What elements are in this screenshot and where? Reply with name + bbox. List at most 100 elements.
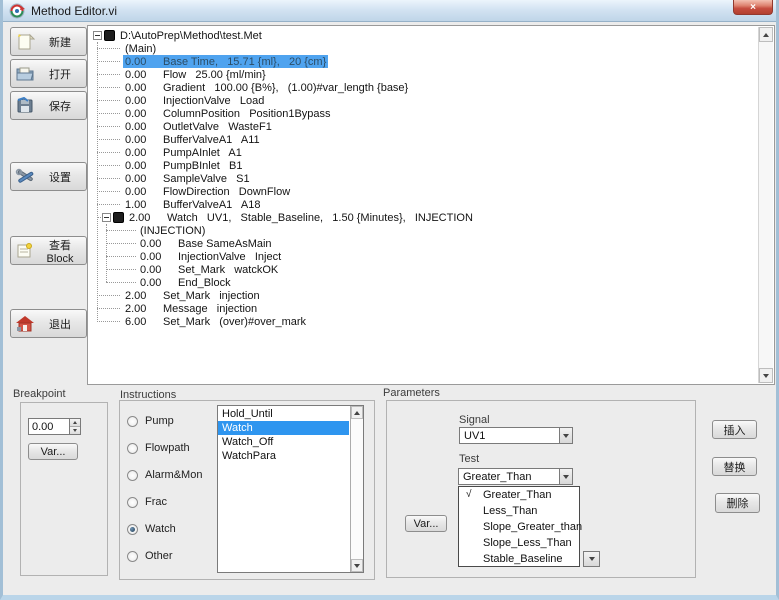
breakpoint-var-button[interactable]: Var... [28,443,78,460]
tree-row[interactable]: 0.00 BufferValveA1 A11 [90,133,756,146]
new-button[interactable]: 新建 [10,27,87,56]
parameters-label: Parameters [383,387,440,399]
tree-collapse-icon[interactable] [93,31,102,40]
exit-button[interactable]: 退出 [10,309,87,338]
test-menu-item[interactable]: √ Slope_Greater_than [459,519,579,535]
spin-up-icon[interactable] [70,419,80,427]
parameters-var-button[interactable]: Var... [405,515,447,532]
tree-row-text: PumpBInlet B1 [163,160,243,172]
tree-rows: D:\AutoPrep\Method\test.Met (Main) [90,29,756,328]
tree-row-content: 0.00 Base Time, 15.71 {ml}, 20 {cm} [123,55,328,68]
tree-row-content: 0.00 ColumnPosition Position1Bypass [123,107,333,120]
instruction-category-radio[interactable]: Alarm&Mon [127,468,202,482]
delete-button[interactable]: 删除 [715,493,760,513]
close-button[interactable]: × [733,0,773,15]
combo-arrow-icon[interactable] [584,552,599,566]
tree-row[interactable]: 2.00 Set_Mark injection [90,289,756,302]
tree-row-text: Base Time, 15.71 {ml}, 20 {cm} [163,56,326,68]
checkmark-icon: √ [466,489,472,500]
test-menu-item[interactable]: √ Slope_Less_Than [459,535,579,551]
tree-row[interactable]: 0.00 Base SameAsMain [90,237,756,250]
breakpoint-input[interactable]: 0.00 [28,418,81,435]
tree-row[interactable]: 0.00 PumpAInlet A1 [90,146,756,159]
replace-button[interactable]: 替换 [712,457,757,476]
tree-row-content: 0.00 FlowDirection DownFlow [123,185,292,198]
tree-row-time: 0.00 [125,134,163,146]
tree-row-content: (Main) [123,42,158,55]
tree-row[interactable]: (Main) [90,42,756,55]
tree-row[interactable]: D:\AutoPrep\Method\test.Met [90,29,756,42]
instruction-category-radio[interactable]: Flowpath [127,441,202,455]
tree-row-text: Gradient 100.00 {B%}, (1.00)#var_length … [163,82,408,94]
tree-row[interactable]: 0.00 PumpBInlet B1 [90,159,756,172]
view-block-button[interactable]: 查看Block [10,236,87,265]
tree-row-time: 1.00 [125,199,163,211]
tree-row-text: BufferValveA1 A11 [163,134,260,146]
tree-row[interactable]: 6.00 Set_Mark (over)#over_mark [90,315,756,328]
value-combo-arrow[interactable] [583,551,600,567]
tree-row-time: 0.00 [125,108,163,120]
tree-row[interactable]: 0.00 ColumnPosition Position1Bypass [90,107,756,120]
tree-row[interactable]: 0.00 OutletValve WasteF1 [90,120,756,133]
tree-row[interactable]: 2.00 Message injection [90,302,756,315]
save-button[interactable]: 保存 [10,91,87,120]
combo-arrow-icon[interactable] [559,469,572,484]
open-button[interactable]: 打开 [10,59,87,88]
spin-down-icon[interactable] [70,427,80,434]
combo-arrow-icon[interactable] [559,428,572,443]
tree-row[interactable]: 1.00 BufferValveA1 A18 [90,198,756,211]
tree-row[interactable]: 0.00 Base Time, 15.71 {ml}, 20 {cm} [90,55,756,68]
tree-row-text: InjectionValve Load [163,95,264,107]
tree-collapse-icon[interactable] [102,213,111,222]
view-block-button-label: 查看Block [38,237,82,265]
scroll-down-icon[interactable] [759,368,773,383]
tree-row[interactable]: (INJECTION) [90,224,756,237]
breakpoint-spinner[interactable] [69,419,80,434]
tree-row[interactable]: 0.00 FlowDirection DownFlow [90,185,756,198]
settings-button-label: 设置 [38,169,82,185]
tree-row[interactable]: 0.00 End_Block [90,276,756,289]
open-folder-icon [15,65,35,82]
tree-row-text: ColumnPosition Position1Bypass [163,108,331,120]
test-menu-item[interactable]: √ Greater_Than [459,487,579,503]
scroll-up-icon[interactable] [351,406,363,419]
instruction-list-item[interactable]: Watch_Off [218,435,349,449]
tree-row[interactable]: 0.00 Gradient 100.00 {B%}, (1.00)#var_le… [90,81,756,94]
instruction-list-items: Hold_Until Watch Watch_Off WatchPara [218,407,349,463]
tree-row[interactable]: 0.00 InjectionValve Load [90,94,756,107]
instruction-category-radio[interactable]: Pump [127,414,202,428]
tree-row-time: 0.00 [125,69,163,81]
scroll-down-icon[interactable] [351,559,363,572]
radio-label: Alarm&Mon [145,469,202,481]
radio-label: Other [145,550,173,562]
tree-row[interactable]: 0.00 InjectionValve Inject [90,250,756,263]
tree-row-content: 0.00 Set_Mark watckOK [138,263,280,276]
test-combo[interactable]: Greater_Than [458,468,573,485]
tree-scrollbar[interactable] [758,27,773,383]
test-menu-item[interactable]: √ Less_Than [459,503,579,519]
tree-row-text: SampleValve S1 [163,173,250,185]
settings-button[interactable]: 设置 [10,162,87,191]
tree-row-content: 0.00 PumpAInlet A1 [123,146,244,159]
instruction-category-radio[interactable]: Frac [127,495,202,509]
insert-button[interactable]: 插入 [712,420,757,439]
instruction-list-item[interactable]: Watch [218,421,349,435]
test-menu-item[interactable]: √ Stable_Baseline [459,551,579,567]
tree-row-time: 0.00 [125,173,163,185]
signal-combo[interactable]: UV1 [459,427,573,444]
tree-row[interactable]: 0.00 Flow 25.00 {ml/min} [90,68,756,81]
titlebar: Method Editor.vi × [3,0,776,22]
instruction-list-item[interactable]: WatchPara [218,449,349,463]
signal-label: Signal [459,414,490,426]
tree-row-content: 6.00 Set_Mark (over)#over_mark [123,315,308,328]
instruction-list-scrollbar[interactable] [350,406,363,572]
tree-row[interactable]: 2.00 Watch UV1, Stable_Baseline, 1.50 {M… [90,211,756,224]
tree-row[interactable]: 0.00 Set_Mark watckOK [90,263,756,276]
instruction-category-radio[interactable]: Watch [127,522,202,536]
view-block-icon [15,242,35,259]
instruction-list-item[interactable]: Hold_Until [218,407,349,421]
scroll-up-icon[interactable] [759,27,773,42]
test-menu-item-label: Slope_Greater_than [483,521,582,533]
tree-row[interactable]: 0.00 SampleValve S1 [90,172,756,185]
instruction-category-radio[interactable]: Other [127,549,202,563]
